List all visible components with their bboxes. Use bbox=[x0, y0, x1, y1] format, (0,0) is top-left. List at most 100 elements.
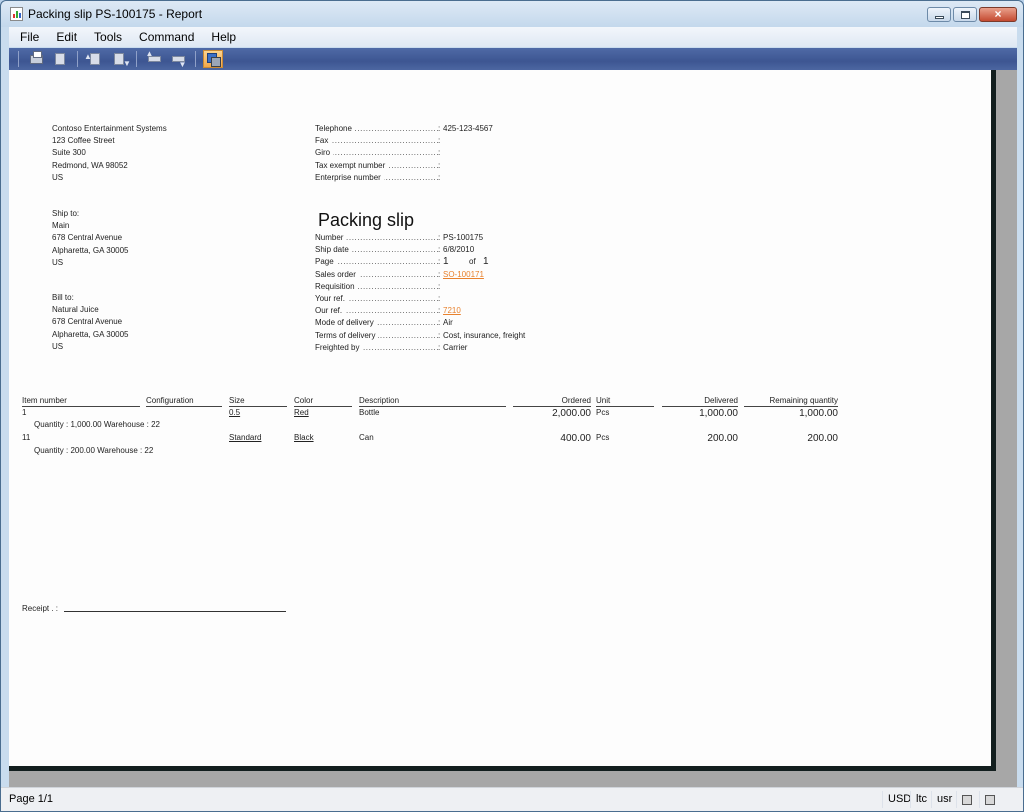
bill-to-city: Alpharetta, GA 30005 bbox=[52, 329, 129, 339]
page-indicator: Page 1/1 bbox=[9, 793, 54, 805]
header-size: Size bbox=[229, 395, 287, 407]
company-street: 123 Coffee Street bbox=[52, 136, 115, 146]
row-color-link[interactable]: Black bbox=[294, 432, 314, 444]
detail-requisition: ........................................… bbox=[315, 280, 555, 293]
printer-icon bbox=[29, 50, 43, 64]
row-unit: Pcs bbox=[596, 433, 610, 442]
our-ref-link[interactable]: 7210 bbox=[443, 305, 461, 317]
receipt-signature-line bbox=[64, 611, 286, 612]
ship-date-value: 6/8/2010 bbox=[443, 245, 475, 255]
page-down-icon: ▼ bbox=[114, 53, 131, 68]
status-printer-button[interactable] bbox=[956, 791, 977, 808]
freighted-by-value: Carrier bbox=[443, 342, 468, 352]
menu-help[interactable]: Help bbox=[204, 30, 243, 44]
printer-status-icon bbox=[962, 795, 972, 805]
row-size-link[interactable]: 0.5 bbox=[229, 407, 240, 419]
detail-page: ........................................… bbox=[315, 256, 489, 269]
report-window: Packing slip PS-100175 - Report × File E… bbox=[0, 0, 1024, 812]
sales-order-link[interactable]: SO-100171 bbox=[443, 269, 484, 281]
row-unit: Pcs bbox=[596, 408, 610, 417]
last-page-button[interactable]: ▼ bbox=[168, 50, 188, 69]
menu-bar: File Edit Tools Command Help bbox=[9, 27, 1017, 47]
terms-of-delivery-value: Cost, insurance, freight bbox=[443, 330, 526, 340]
page-of-label: of bbox=[469, 257, 476, 267]
print-button[interactable] bbox=[26, 50, 46, 68]
header-unit: Unit bbox=[596, 395, 654, 407]
status-bar: Page 1/1 USD ltc usr bbox=[1, 787, 1023, 811]
header-remaining-quantity: Remaining quantity bbox=[744, 395, 838, 407]
receipt-label: Receipt . : bbox=[22, 604, 59, 613]
row-remaining: 200.00 bbox=[807, 433, 838, 444]
toolbar-separator bbox=[77, 51, 78, 67]
company-indicator[interactable]: ltc bbox=[910, 791, 932, 808]
company-suite: Suite 300 bbox=[52, 148, 86, 158]
detail-terms-of-delivery: ........................................… bbox=[315, 329, 555, 342]
toolbar: ▲ ▼ ▲ ▼ bbox=[9, 48, 1017, 70]
view-toggle-button[interactable] bbox=[203, 50, 223, 68]
report-page: Contoso Entertainment Systems 123 Coffee… bbox=[9, 70, 996, 771]
ship-to-label: Ship to: bbox=[52, 209, 80, 218]
header-ordered: Ordered bbox=[513, 395, 591, 407]
export-icon bbox=[55, 53, 65, 65]
detail-our-ref: ........................................… bbox=[315, 305, 555, 318]
ship-to-street: 678 Central Avenue bbox=[52, 233, 123, 243]
ship-to-address: Ship to: Main 678 Central Avenue Alphare… bbox=[52, 208, 129, 269]
title-bar[interactable]: Packing slip PS-100175 - Report × bbox=[1, 1, 1023, 27]
minimize-icon bbox=[935, 16, 944, 19]
close-button[interactable]: × bbox=[979, 7, 1017, 22]
header-description: Description bbox=[359, 395, 506, 407]
row-item-number: 1 bbox=[22, 408, 27, 417]
row-ordered: 400.00 bbox=[560, 433, 591, 444]
status-database-button[interactable] bbox=[979, 791, 1000, 808]
row-description: Can bbox=[359, 433, 374, 442]
next-page-button[interactable]: ▼ bbox=[109, 50, 131, 68]
header-delivered: Delivered bbox=[662, 395, 738, 407]
contact-giro: ........................................… bbox=[315, 147, 555, 160]
last-page-icon: ▼ bbox=[171, 56, 186, 69]
first-page-button[interactable]: ▲ bbox=[144, 49, 164, 68]
row-quantity-warehouse: Quantity : 1,000.00 Warehouse : 22 bbox=[34, 420, 161, 429]
export-button[interactable] bbox=[50, 50, 70, 68]
detail-number: ........................................… bbox=[315, 232, 555, 245]
header-item-number: Item number bbox=[22, 395, 140, 407]
document-details: ........................................… bbox=[315, 232, 555, 354]
report-viewer[interactable]: Contoso Entertainment Systems 123 Coffee… bbox=[9, 70, 1017, 787]
user-indicator[interactable]: usr bbox=[931, 791, 957, 808]
minimize-button[interactable] bbox=[927, 7, 951, 22]
telephone-value: 425-123-4567 bbox=[443, 124, 493, 133]
page-number: 1 bbox=[443, 256, 449, 268]
row-ordered: 2,000.00 bbox=[552, 408, 591, 419]
ship-to-country: US bbox=[52, 257, 64, 267]
detail-your-ref: ........................................… bbox=[315, 292, 555, 306]
company-name: Contoso Entertainment Systems bbox=[52, 124, 167, 133]
close-icon: × bbox=[994, 7, 1002, 21]
company-city: Redmond, WA 98052 bbox=[52, 160, 128, 170]
detail-ship-date: ........................................… bbox=[315, 244, 555, 257]
previous-page-button[interactable]: ▲ bbox=[84, 50, 105, 68]
menu-file[interactable]: File bbox=[9, 30, 46, 44]
row-size-link[interactable]: Standard bbox=[229, 432, 261, 444]
report-app-icon bbox=[10, 7, 23, 21]
detail-sales-order: ........................................… bbox=[315, 268, 555, 281]
header-configuration: Configuration bbox=[146, 395, 222, 407]
first-page-icon: ▲ bbox=[146, 49, 161, 62]
row-quantity-warehouse: Quantity : 200.00 Warehouse : 22 bbox=[34, 446, 154, 455]
maximize-button[interactable] bbox=[953, 7, 977, 22]
row-description: Bottle bbox=[359, 408, 380, 417]
maximize-icon bbox=[961, 11, 970, 19]
menu-edit[interactable]: Edit bbox=[49, 30, 84, 44]
company-address: Contoso Entertainment Systems 123 Coffee… bbox=[52, 123, 167, 184]
row-delivered: 200.00 bbox=[707, 433, 738, 444]
row-remaining: 1,000.00 bbox=[799, 408, 838, 419]
bill-to-label: Bill to: bbox=[52, 293, 74, 302]
page-up-icon: ▲ bbox=[84, 52, 100, 65]
header-color: Color bbox=[294, 395, 352, 407]
toolbar-separator bbox=[18, 51, 19, 67]
database-icon bbox=[985, 795, 995, 805]
menu-command[interactable]: Command bbox=[132, 30, 201, 44]
bill-to-address: Bill to: Natural Juice 678 Central Avenu… bbox=[52, 292, 129, 353]
row-color-link[interactable]: Red bbox=[294, 407, 309, 419]
mode-of-delivery-value: Air bbox=[443, 318, 453, 328]
menu-tools[interactable]: Tools bbox=[87, 30, 129, 44]
contact-fax: ........................................… bbox=[315, 135, 555, 148]
